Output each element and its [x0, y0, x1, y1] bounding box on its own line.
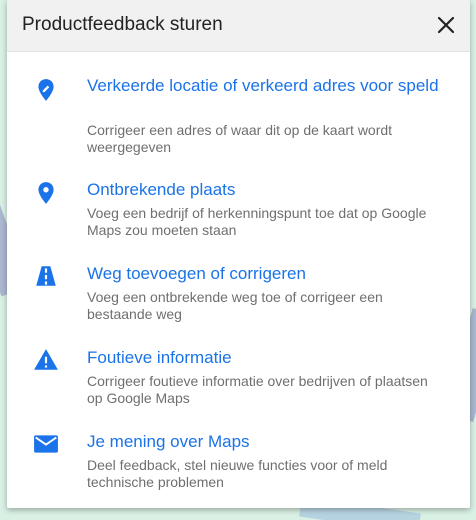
dialog-header: Productfeedback sturen [7, 0, 470, 52]
option-description: Voeg een ontbrekende weg toe of corrigee… [87, 289, 383, 322]
option-description: Deel feedback, stel nieuwe functies voor… [87, 457, 388, 490]
option-maps-feedback[interactable]: Je mening over Maps Deel feedback, stel … [7, 416, 470, 500]
option-wrong-location[interactable]: Verkeerde locatie of verkeerd adres voor… [7, 52, 470, 164]
road-icon [36, 266, 56, 286]
dialog-title: Productfeedback sturen [22, 14, 223, 35]
option-description: Corrigeer foutieve informatie over bedri… [87, 373, 428, 406]
option-missing-place[interactable]: Ontbrekende plaats Voeg een bedrijf of h… [7, 164, 470, 248]
pin-edit-icon [38, 79, 54, 101]
warning-icon [34, 349, 58, 370]
feedback-dialog: Productfeedback sturen Verkeerde locatie… [7, 0, 470, 508]
option-wrong-info[interactable]: Foutieve informatie Corrigeer foutieve i… [7, 332, 470, 416]
close-icon [437, 16, 455, 34]
option-title: Foutieve informatie [87, 348, 232, 367]
option-description: Voeg een bedrijf of herkenningspunt toe … [87, 205, 427, 238]
pin-icon [38, 182, 54, 204]
option-description: Corrigeer een adres of waar dit op de ka… [87, 122, 393, 155]
option-title: Ontbrekende plaats [87, 180, 236, 199]
mail-icon [34, 435, 58, 453]
option-add-road[interactable]: Weg toevoegen of corrigeren Voeg een ont… [7, 248, 470, 332]
option-title: Je mening over Maps [87, 432, 250, 451]
close-button[interactable] [434, 13, 458, 37]
option-title: Verkeerde locatie of verkeerd adres voor… [87, 76, 439, 95]
option-title: Weg toevoegen of corrigeren [87, 264, 306, 283]
